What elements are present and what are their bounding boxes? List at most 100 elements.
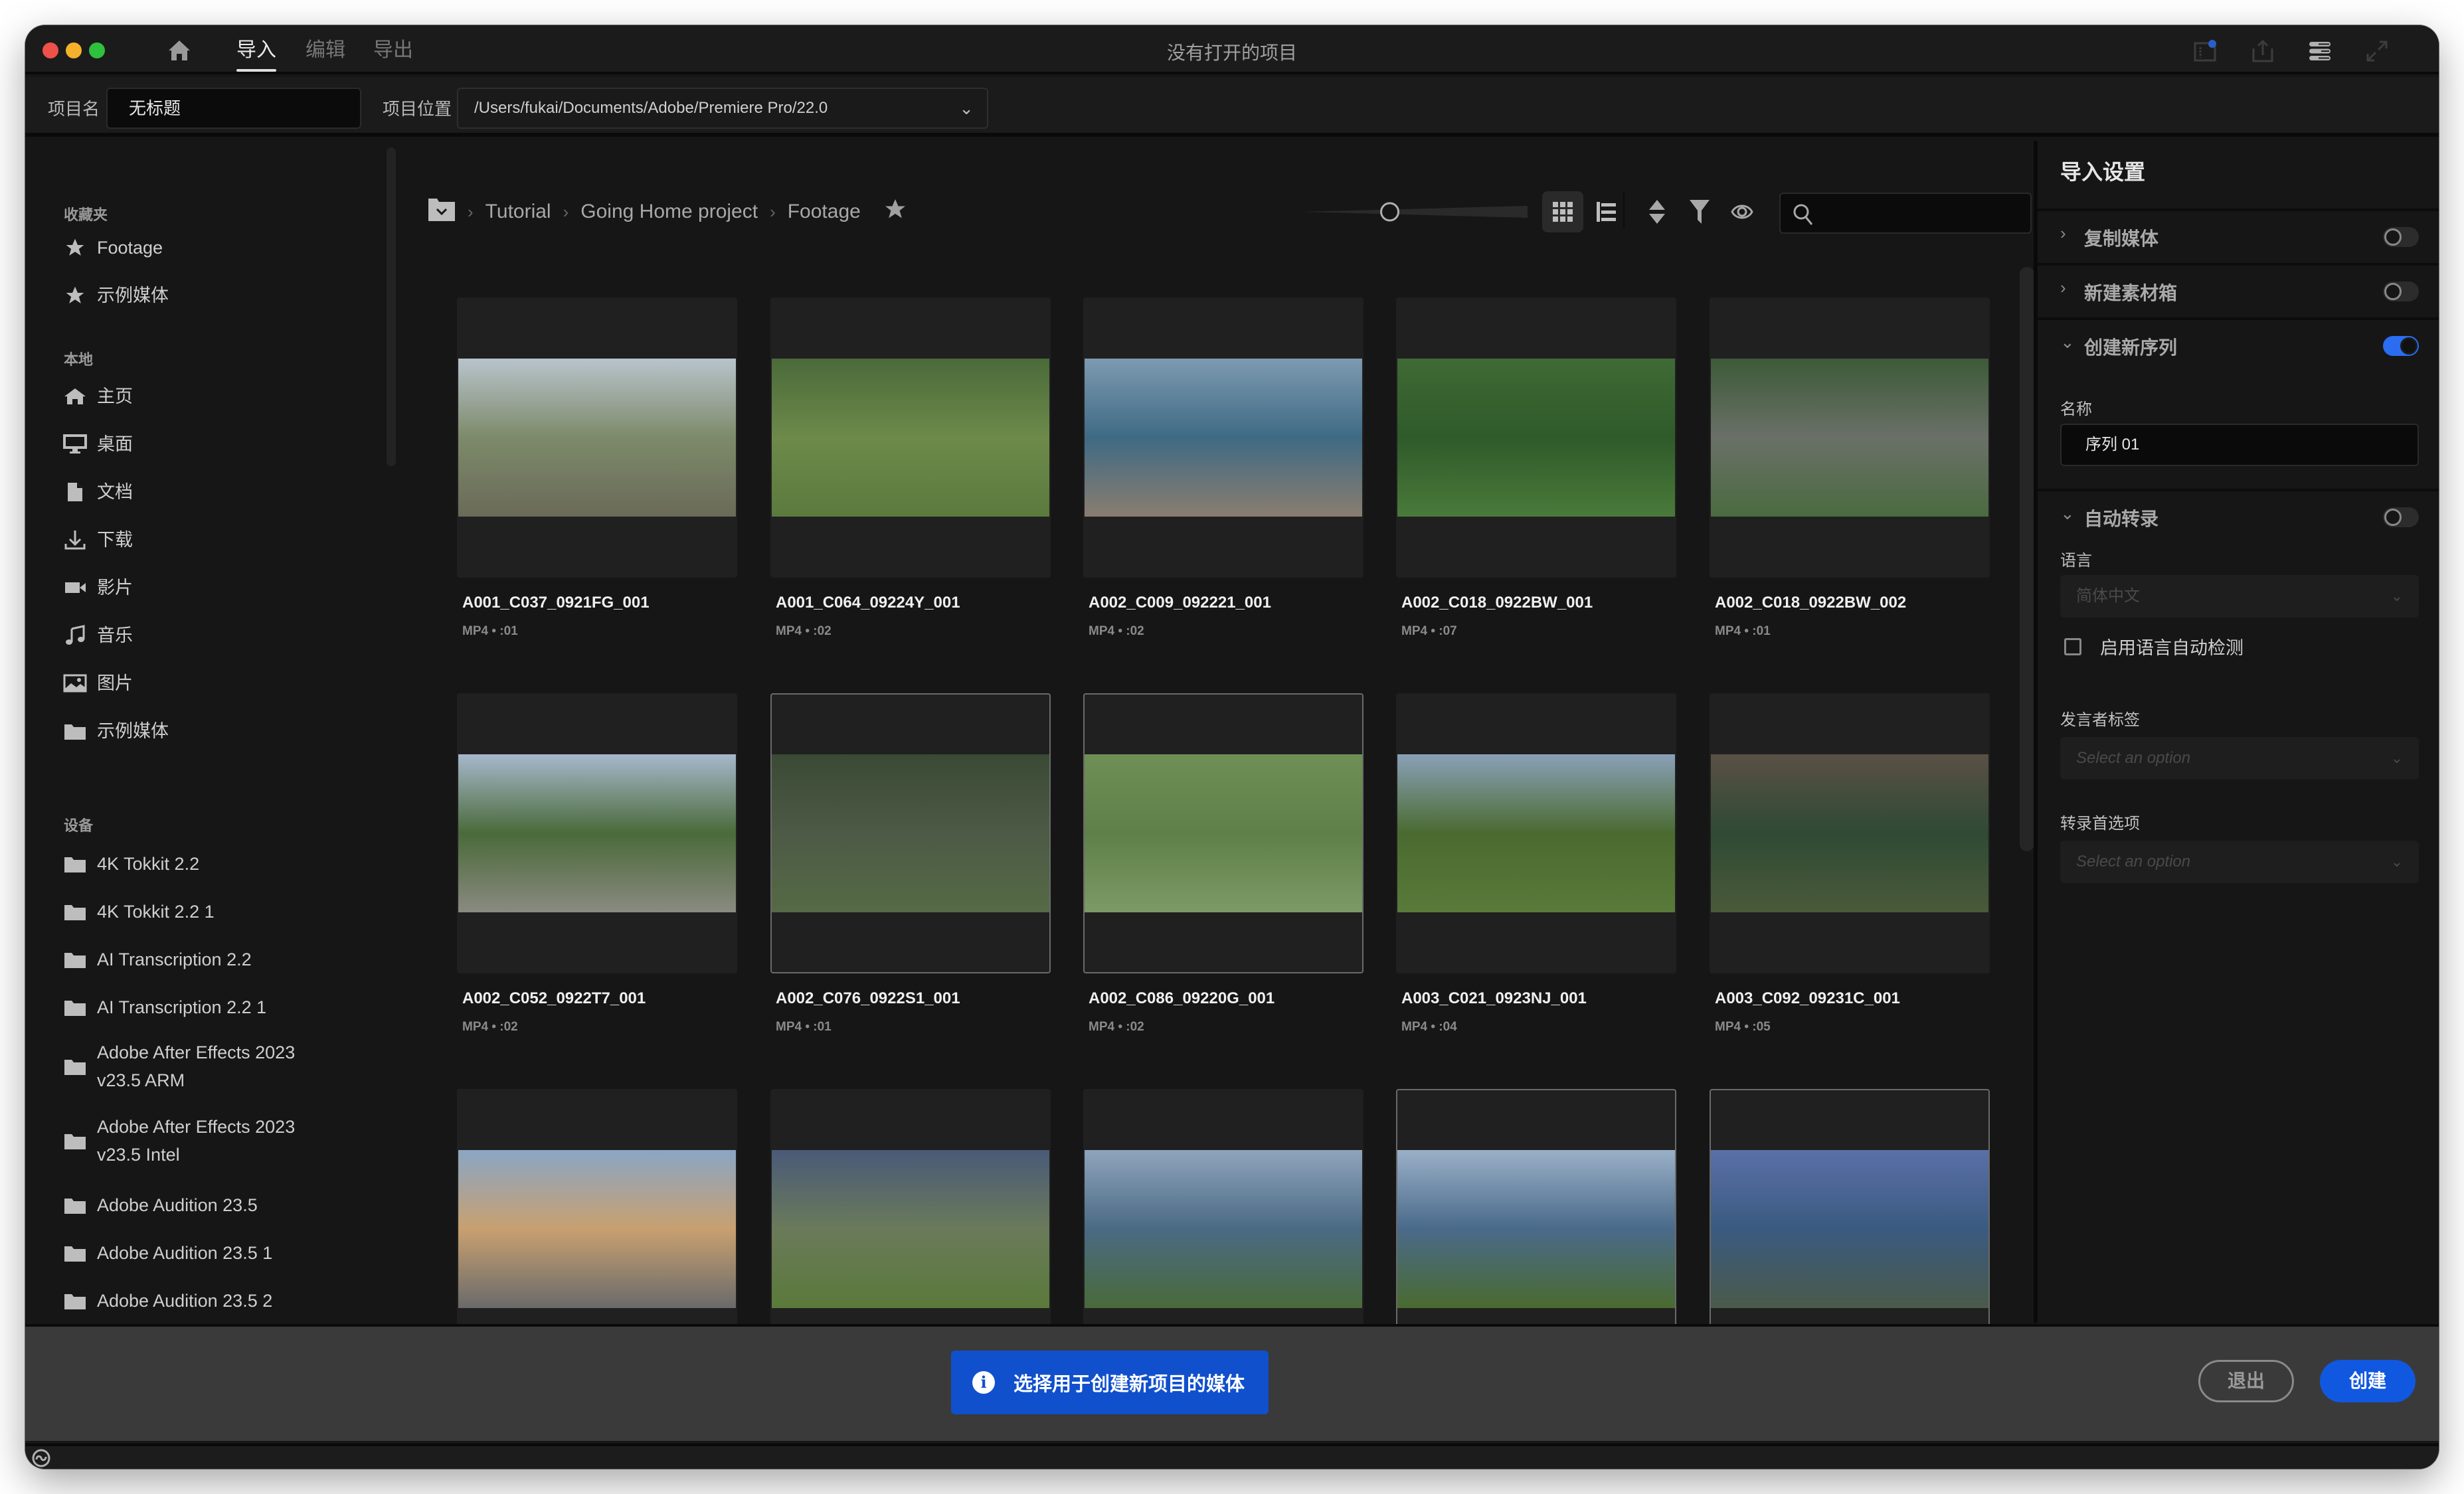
sidebar-item-device[interactable]: AI Transcription 2.2	[62, 946, 381, 973]
home-button[interactable]	[166, 37, 193, 64]
tab-import[interactable]: 导入	[236, 37, 276, 72]
clip-thumbnail[interactable]	[770, 693, 1051, 973]
section-create-sequence[interactable]: ⌄ 创建新序列	[2038, 317, 2439, 369]
new-bin-toggle[interactable]	[2383, 282, 2419, 301]
auto-detect-language-checkbox[interactable]: 启用语言自动检测	[2064, 633, 2244, 659]
language-select[interactable]: 简体中文 ⌄	[2060, 575, 2419, 618]
sidebar-item-device[interactable]: AI Transcription 2.2 1	[62, 993, 381, 1021]
create-sequence-toggle[interactable]	[2383, 336, 2419, 356]
clip-thumbnail[interactable]	[1710, 693, 1990, 973]
clip-card[interactable]: A002_C076_0922S1_001 MP4 • :01	[770, 693, 1051, 1035]
desktop-icon	[62, 434, 88, 454]
sidebar-item-downloads[interactable]: 下载	[62, 526, 381, 554]
clip-card[interactable]: A002_C018_0922BW_002 MP4 • :01	[1710, 297, 1990, 639]
clip-meta: MP4 • :01	[462, 624, 518, 638]
checkbox[interactable]	[2064, 637, 2081, 655]
minimize-window-button[interactable]	[66, 42, 82, 58]
list-view-button[interactable]	[1586, 191, 1627, 232]
fullscreen-button[interactable]	[2363, 37, 2391, 65]
share-button[interactable]	[2249, 37, 2277, 65]
clip-thumbnail[interactable]	[1396, 693, 1676, 973]
section-copy-media[interactable]: › 复制媒体	[2038, 208, 2439, 260]
clip-preview-image	[1085, 1150, 1362, 1308]
sidebar-item-device[interactable]: Adobe Audition 23.5	[62, 1191, 381, 1219]
speaker-labels-select[interactable]: Select an option ⌄	[2060, 737, 2419, 780]
slider-knob[interactable]	[1380, 202, 1400, 222]
sidebar-item-documents[interactable]: 文档	[62, 478, 381, 506]
clip-card[interactable]: A002_C052_0922T7_001 MP4 • :02	[457, 693, 737, 1035]
local-heading: 本地	[64, 351, 94, 368]
project-location-select[interactable]: /Users/fukai/Documents/Adobe/Premiere Pr…	[457, 88, 988, 129]
sidebar-item-device[interactable]: Adobe Audition 23.5 2	[62, 1287, 381, 1315]
quick-export-icon	[2194, 40, 2216, 62]
clip-thumbnail[interactable]	[1083, 297, 1364, 578]
tab-export[interactable]: 导出	[373, 37, 413, 70]
exit-button[interactable]: 退出	[2198, 1360, 2294, 1402]
transcription-preferences-select[interactable]: Select an option ⌄	[2060, 841, 2419, 883]
clip-thumbnail[interactable]	[1710, 297, 1990, 578]
clip-card[interactable]: A002_C086_09220G_001 MP4 • :02	[1083, 693, 1364, 1035]
clip-thumbnail[interactable]	[1396, 297, 1676, 578]
zoom-window-button[interactable]	[89, 42, 105, 58]
sidebar-item-movies[interactable]: 影片	[62, 574, 381, 602]
search-input[interactable]	[1779, 193, 2032, 234]
sidebar-item-sample-media[interactable]: 示例媒体	[62, 717, 381, 745]
sidebar-item-label: AI Transcription 2.2 1	[97, 997, 267, 1017]
clip-thumbnail[interactable]	[457, 297, 737, 578]
clip-card[interactable]: A001_C064_09224Y_001 MP4 • :02	[770, 297, 1051, 639]
sidebar-item-device[interactable]: 4K Tokkit 2.2	[62, 850, 381, 878]
close-window-button[interactable]	[43, 42, 58, 58]
clip-meta: MP4 • :02	[1089, 1020, 1144, 1034]
sidebar-item-home[interactable]: 主页	[62, 382, 381, 410]
sidebar-item-pictures[interactable]: 图片	[62, 669, 381, 697]
folder-icon	[62, 1131, 88, 1151]
sidebar-item-device[interactable]: 4K Tokkit 2.2 1	[62, 898, 381, 926]
filter-button[interactable]	[1679, 191, 1720, 232]
copy-media-toggle[interactable]	[2383, 227, 2419, 247]
grid-view-button[interactable]	[1542, 191, 1583, 232]
sidebar-item-label: 图片	[97, 673, 133, 693]
clip-card[interactable]: A003_C092_09231C_001 MP4 • :05	[1710, 693, 1990, 1035]
section-new-bin[interactable]: › 新建素材箱	[2038, 263, 2439, 315]
clip-card[interactable]: A002_C018_0922BW_001 MP4 • :07	[1396, 297, 1676, 639]
browser-scrollbar[interactable]	[2020, 267, 2034, 851]
sidebar-item-footage[interactable]: Footage	[62, 234, 381, 262]
sidebar-item-label: 4K Tokkit 2.2	[97, 854, 200, 874]
clip-preview-image	[1085, 754, 1362, 912]
workspaces-button[interactable]	[2306, 37, 2334, 65]
sidebar-item-device[interactable]: Adobe After Effects 2023 v23.5 ARM	[62, 1038, 335, 1094]
sidebar-scrollbar[interactable]	[387, 147, 396, 466]
clip-thumbnail[interactable]	[770, 297, 1051, 578]
section-auto-transcribe[interactable]: ⌄ 自动转录	[2038, 489, 2439, 540]
thumbnail-size-slider[interactable]	[1302, 201, 1528, 223]
sidebar-item-sample-media-favorite[interactable]: 示例媒体	[62, 282, 381, 309]
clip-card[interactable]: A002_C009_092221_001 MP4 • :02	[1083, 297, 1364, 639]
sort-button[interactable]	[1636, 191, 1678, 232]
clip-thumbnail[interactable]	[457, 693, 737, 973]
clip-name: A002_C009_092221_001	[1089, 594, 1271, 612]
sidebar-item-device[interactable]: Adobe After Effects 2023 v23.5 Intel	[62, 1113, 335, 1169]
clip-name: A002_C076_0922S1_001	[776, 989, 960, 1007]
creative-cloud-icon[interactable]	[31, 1449, 52, 1467]
folder-icon	[62, 1195, 88, 1215]
clip-preview-image	[458, 754, 736, 912]
clip-card[interactable]: A001_C037_0921FG_001 MP4 • :01	[457, 297, 737, 639]
sidebar-item-label: 主页	[97, 386, 133, 406]
sequence-name-input[interactable]: 序列 01	[2060, 424, 2419, 466]
quick-export-button[interactable]	[2192, 37, 2220, 65]
sidebar-item-label: Adobe After Effects 2023 v23.5 Intel	[97, 1117, 296, 1165]
favorites-heading: 收藏夹	[64, 207, 108, 223]
create-button[interactable]: 创建	[2320, 1360, 2416, 1402]
project-name-input[interactable]: 无标题	[106, 88, 361, 129]
sidebar-item-device[interactable]: Adobe Audition 23.5 1	[62, 1239, 381, 1267]
sidebar-item-label: 文档	[97, 482, 133, 502]
auto-transcribe-toggle[interactable]	[2383, 507, 2419, 527]
star-icon	[62, 238, 88, 258]
sidebar-item-music[interactable]: 音乐	[62, 622, 381, 649]
visibility-button[interactable]	[1721, 191, 1763, 232]
sidebar-item-desktop[interactable]: 桌面	[62, 430, 381, 458]
clip-card[interactable]: A003_C021_0923NJ_001 MP4 • :04	[1396, 693, 1676, 1035]
tab-edit[interactable]: 编辑	[306, 37, 345, 70]
clip-thumbnail[interactable]	[1083, 693, 1364, 973]
toolbar-divider	[1623, 191, 1625, 228]
